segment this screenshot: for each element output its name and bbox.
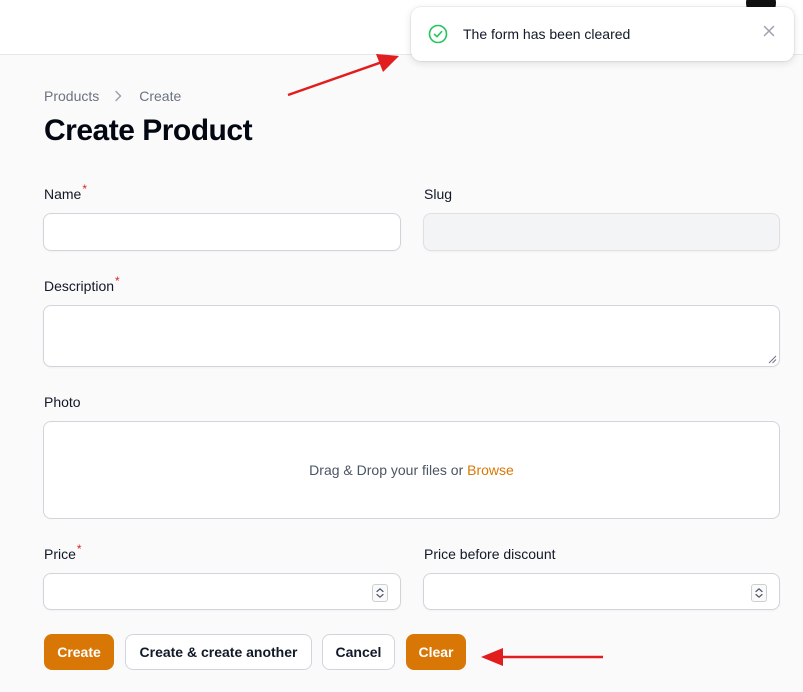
toast-message: The form has been cleared (463, 26, 631, 42)
toast-notification: The form has been cleared (411, 7, 794, 61)
price-before-discount-label: Price before discount (424, 546, 556, 562)
photo-dropzone[interactable]: Drag & Drop your files or Browse (43, 421, 780, 519)
description-textarea[interactable] (43, 305, 780, 367)
up-down-arrows-icon[interactable] (751, 584, 767, 602)
slug-label: Slug (424, 186, 453, 202)
annotation-arrow-toast (287, 54, 399, 97)
photo-label: Photo (44, 394, 81, 410)
price-label: Price* (44, 542, 82, 562)
page-title: Create Product (44, 114, 253, 147)
required-marker: * (76, 542, 82, 556)
create-another-button[interactable]: Create & create another (125, 634, 312, 670)
annotation-arrow-clear (481, 648, 603, 666)
breadcrumb-item-create: Create (139, 88, 182, 104)
close-icon[interactable] (761, 23, 777, 39)
dropzone-hint: Drag & Drop your files or Browse (309, 462, 514, 478)
browse-link[interactable]: Browse (467, 462, 514, 478)
up-down-arrows-icon[interactable] (372, 584, 388, 602)
required-marker: * (82, 182, 88, 196)
clear-button[interactable]: Clear (406, 634, 466, 670)
slug-input (423, 213, 780, 251)
description-label: Description* (44, 274, 120, 294)
cancel-button[interactable]: Cancel (322, 634, 395, 670)
name-label: Name* (44, 182, 88, 202)
create-button[interactable]: Create (44, 634, 114, 670)
breadcrumb: Products Create (44, 88, 181, 104)
required-marker: * (115, 274, 120, 288)
price-before-discount-input[interactable] (423, 573, 780, 610)
name-input[interactable] (43, 213, 401, 251)
breadcrumb-item-products[interactable]: Products (44, 88, 99, 104)
price-input[interactable] (43, 573, 401, 610)
check-circle-icon (428, 24, 448, 44)
chevron-right-icon (115, 90, 122, 102)
resize-handle-icon[interactable] (767, 354, 777, 364)
